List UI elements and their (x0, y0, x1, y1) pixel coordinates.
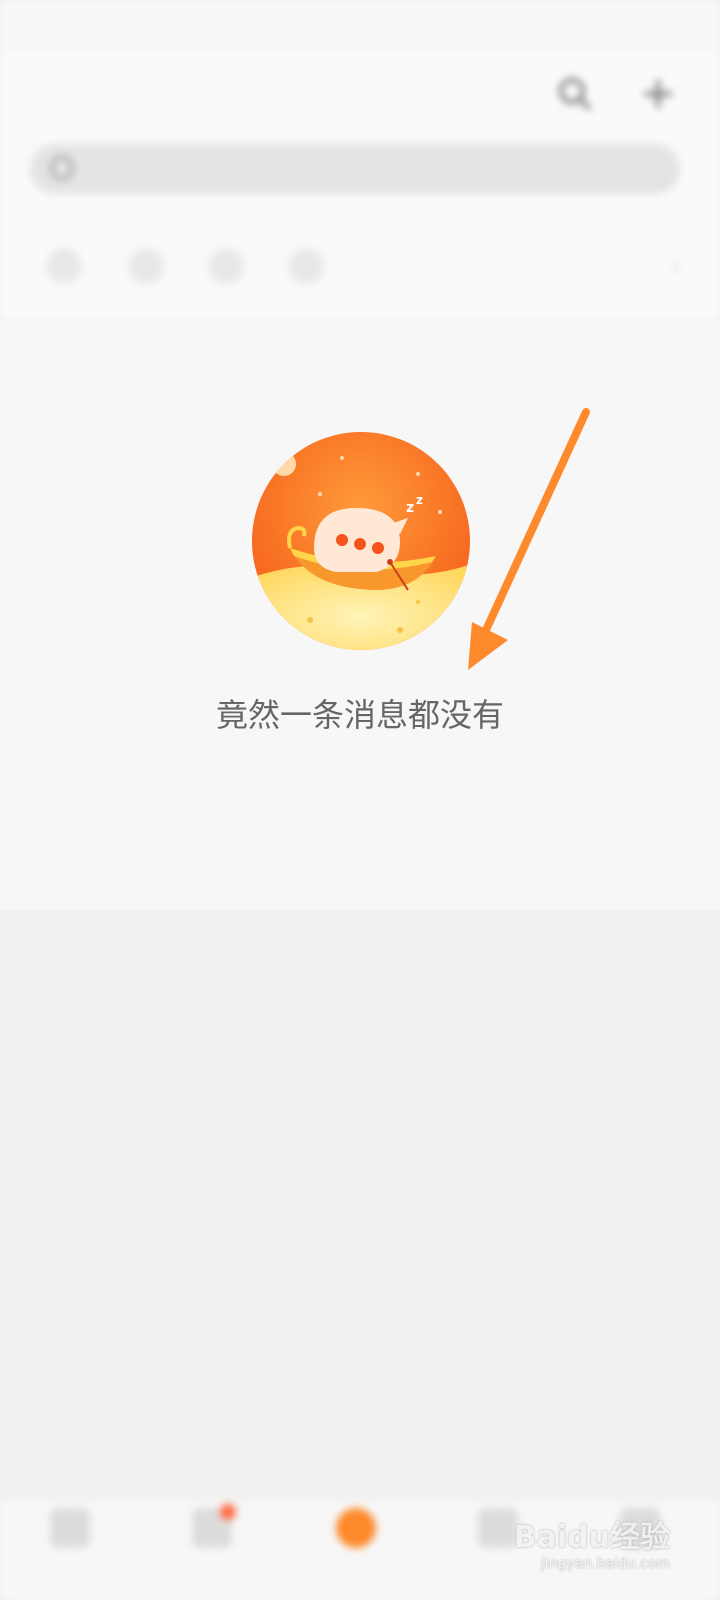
search-input[interactable] (30, 144, 680, 194)
search-icon[interactable] (555, 74, 595, 114)
watermark-brand: Baidu经验 (513, 1520, 670, 1555)
add-icon[interactable] (638, 74, 678, 114)
chevron-right-icon[interactable]: › (671, 254, 680, 279)
home-icon (50, 1508, 90, 1548)
watermark-url: jingyan.baidu.com (540, 1556, 670, 1572)
cart-icon (478, 1508, 518, 1548)
notification-badge (220, 1504, 236, 1520)
search-field-icon (50, 156, 74, 180)
tab-messages[interactable] (306, 1508, 406, 1598)
shortcut-icon-3[interactable] (208, 248, 244, 284)
empty-state-message: 竟然一条消息都没有 (215, 696, 504, 734)
svg-text:z: z (406, 500, 414, 516)
message-icon (336, 1508, 376, 1548)
tab-home[interactable] (20, 1508, 120, 1598)
svg-text:z: z (416, 493, 423, 507)
empty-message-illustration: z z (250, 430, 472, 652)
shortcut-icon-4[interactable] (288, 248, 324, 284)
header: › (0, 50, 720, 320)
tab-discover[interactable] (162, 1504, 262, 1598)
message-list-empty: z z 竟然一条消息都没有 (0, 320, 720, 910)
baidu-jingyan-watermark: Baidu经验 jingyan.baidu.com (514, 1512, 670, 1572)
shortcut-icon-1[interactable] (46, 248, 82, 284)
shortcut-icon-2[interactable] (128, 248, 164, 284)
shortcut-row: › (0, 240, 720, 300)
status-bar (0, 0, 720, 50)
